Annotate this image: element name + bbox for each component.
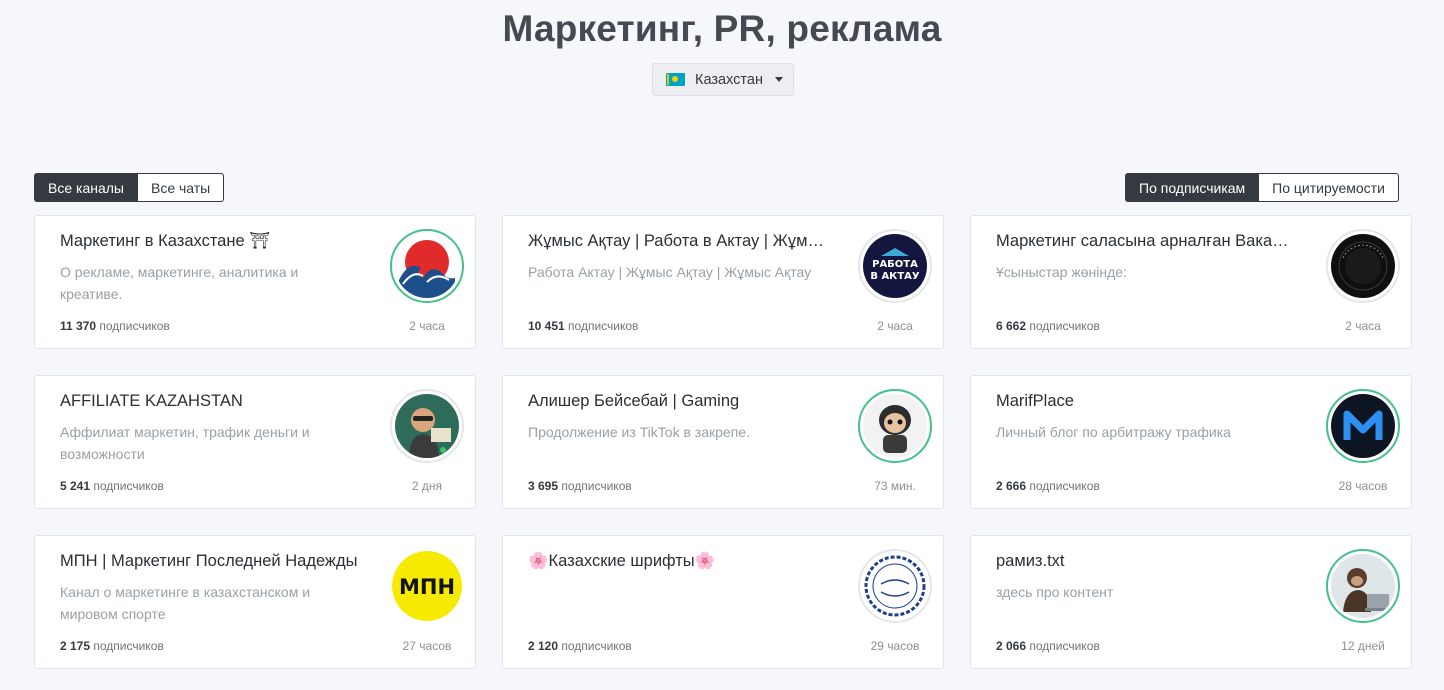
subscriber-count: 2 066 подписчиков (996, 639, 1100, 653)
wave-icon (395, 234, 459, 298)
subscriber-count: 2 120 подписчиков (528, 639, 632, 653)
type-filter-group: Все каналы Все чаты (34, 173, 225, 202)
channel-card[interactable]: MarifPlace Личный блог по арбитражу траф… (970, 375, 1412, 509)
channel-avatar (858, 389, 932, 463)
channel-description: Продолжение из TikTok в закрепе. (528, 424, 750, 440)
channel-avatar: РАБОТА В АКТАУ (858, 229, 932, 303)
channel-title: МПН | Маркетинг Последней Надежды (60, 552, 358, 570)
last-post-time: 2 часа (409, 319, 445, 333)
last-post-time: 12 дней (1341, 639, 1385, 653)
channel-title: MarifPlace (996, 392, 1074, 410)
svg-text:МПН: МПН (399, 575, 455, 599)
channel-avatar (390, 229, 464, 303)
channel-avatar: МПН (390, 549, 464, 623)
last-post-time: 2 дня (411, 479, 443, 493)
all-chats-button[interactable]: Все чаты (137, 173, 225, 202)
caret-down-icon (774, 77, 783, 82)
channel-description: О рекламе, маркетинге, аналитика и креат… (60, 264, 299, 302)
all-channels-button[interactable]: Все каналы (34, 173, 138, 202)
channel-avatar (1326, 549, 1400, 623)
channel-avatar (390, 389, 464, 463)
vakansii-logo (1331, 234, 1395, 298)
person-cartoon-icon (395, 394, 459, 458)
last-post-time: 28 часов (1338, 479, 1388, 493)
channel-card[interactable]: МПН | Маркетинг Последней Надежды Канал … (34, 535, 476, 669)
svg-text:РАБОТА: РАБОТА (872, 259, 918, 270)
country-select-value: Казахстан (695, 71, 763, 88)
country-select[interactable]: Казахстан (652, 63, 794, 96)
channel-avatar (1326, 389, 1400, 463)
subscriber-count: 6 662 подписчиков (996, 319, 1100, 333)
mpn-logo: МПН (392, 551, 462, 621)
last-post-time: 73 мин. (874, 479, 916, 493)
subscriber-count: 3 695 подписчиков (528, 479, 632, 493)
sort-group: По подписчикам По цитируемости (1125, 173, 1399, 202)
channel-card[interactable]: AFFILIATE KAZAHSTAN Аффилиат маркетин, т… (34, 375, 476, 509)
gamer-figure-icon (863, 394, 927, 458)
channel-title: Маркетинг саласына арналған Вакансиялар (996, 232, 1296, 250)
channel-description: Ұсыныстар жөнінде: (996, 264, 1127, 280)
channel-card[interactable]: Алишер Бейсебай | Gaming Продолжение из … (502, 375, 944, 509)
subscriber-count: 5 241 подписчиков (60, 479, 164, 493)
subscriber-count: 10 451 подписчиков (528, 319, 639, 333)
kazakhstan-flag-icon (666, 73, 685, 86)
subscriber-count: 2 666 подписчиков (996, 479, 1100, 493)
last-post-time: 27 часов (402, 639, 452, 653)
channel-card[interactable]: Маркетинг в Казахстане ⛩ О рекламе, марк… (34, 215, 476, 349)
channel-title: Маркетинг в Казахстане ⛩ (60, 232, 271, 250)
subscriber-count: 11 370 подписчиков (60, 319, 170, 333)
channel-description: Аффилиат маркетин, трафик деньги и возмо… (60, 424, 310, 462)
channel-title: Алишер Бейсебай | Gaming (528, 392, 740, 410)
channel-title: рамиз.txt (996, 552, 1065, 570)
channel-card[interactable]: рамиз.txt здесь про контент 2 066 подпис… (970, 535, 1412, 669)
svg-text:В АКТАУ: В АКТАУ (870, 271, 920, 282)
channel-description: Личный блог по арбитражу трафика (996, 424, 1231, 440)
channel-card[interactable]: Маркетинг саласына арналған Вакансиялар … (970, 215, 1412, 349)
channel-card[interactable]: Жұмыс Ақтау | Работа в Актау | Жұмыс Ақт… (502, 215, 944, 349)
last-post-time: 2 часа (1345, 319, 1381, 333)
fonts-logo (863, 554, 927, 618)
channel-description: Работа Актау | Жұмыс Ақтау | Жұмыс Ақтау (528, 264, 812, 280)
channel-avatar (1326, 229, 1400, 303)
channel-description: Канал о маркетинге в казахстанском и мир… (60, 584, 311, 622)
rabota-aktau-logo: РАБОТА В АКТАУ (863, 234, 927, 298)
channel-avatar (858, 549, 932, 623)
subscriber-count: 2 175 подписчиков (60, 639, 164, 653)
last-post-time: 29 часов (870, 639, 920, 653)
monkey-laptop-icon (1331, 554, 1395, 618)
sort-by-citations-button[interactable]: По цитируемости (1259, 173, 1399, 202)
channel-card[interactable]: 🌸Казахские шрифты🌸 2 120 подписчиков 29 … (502, 535, 944, 669)
channel-title: 🌸Казахские шрифты🌸 (528, 552, 716, 570)
channel-description: здесь про контент (996, 584, 1114, 600)
last-post-time: 2 часа (877, 319, 913, 333)
page-title: Маркетинг, PR, реклама (502, 8, 942, 49)
channel-title: AFFILIATE KAZAHSTAN (60, 392, 243, 410)
sort-by-subscribers-button[interactable]: По подписчикам (1125, 173, 1260, 202)
m-logo (1331, 394, 1395, 458)
channel-title: Жұмыс Ақтау | Работа в Актау | Жұмыс Ақт… (528, 232, 828, 250)
